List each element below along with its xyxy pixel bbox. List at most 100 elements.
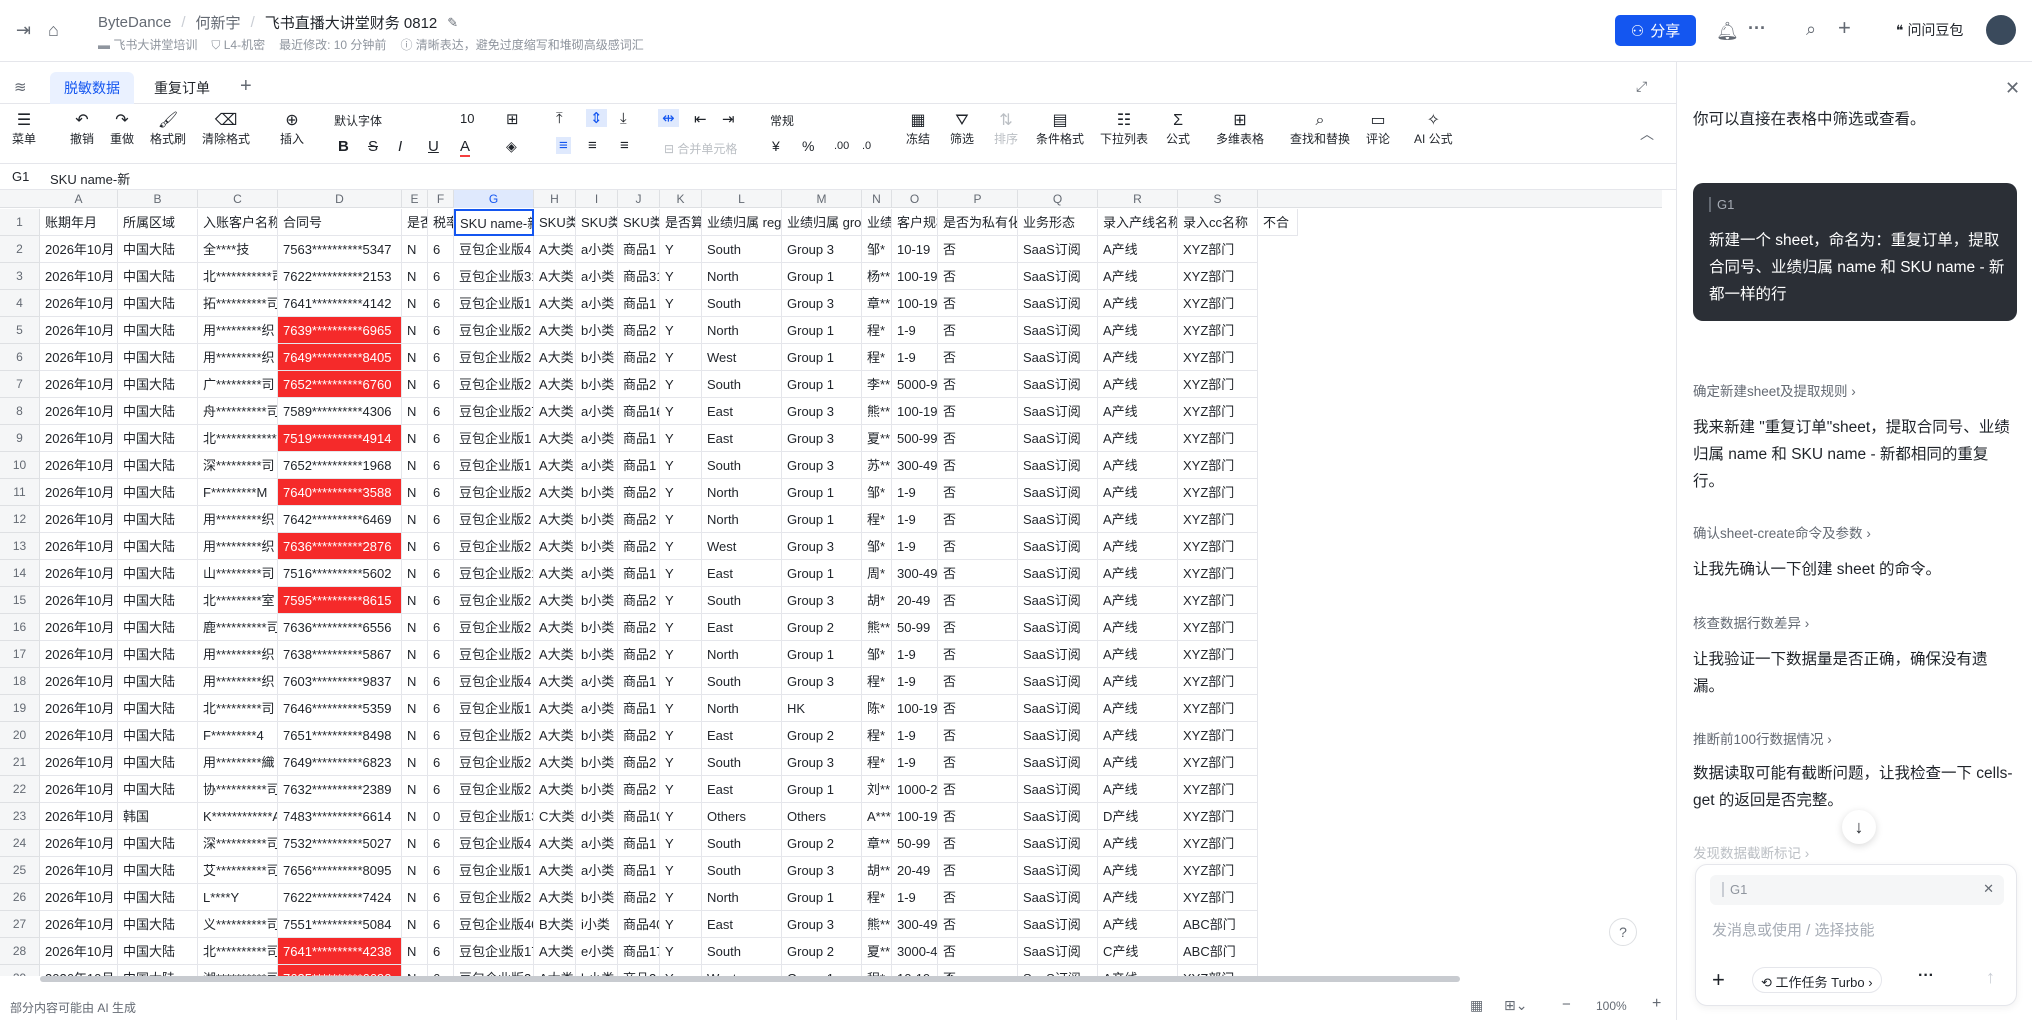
table-cell[interactable]: Y xyxy=(660,722,702,749)
horizontal-scrollbar[interactable] xyxy=(40,976,1460,982)
table-cell[interactable]: A大类 xyxy=(534,830,576,857)
table-cell[interactable]: 程* xyxy=(862,317,892,344)
table-cell[interactable]: 6 xyxy=(428,965,454,976)
multi-dim-table-button[interactable]: ⊞ 多维表格 xyxy=(1216,110,1264,146)
table-cell[interactable]: 豆包企业版2 xyxy=(454,749,534,776)
table-cell[interactable]: N xyxy=(402,641,428,668)
column-header-N[interactable]: N xyxy=(862,190,892,208)
row-header[interactable]: 23 xyxy=(0,803,40,830)
table-cell[interactable]: 豆包企业版2 xyxy=(454,587,534,614)
more-icon[interactable]: ··· xyxy=(1748,18,1766,38)
table-cell[interactable]: b小类 xyxy=(576,749,618,776)
table-cell[interactable]: Y xyxy=(660,614,702,641)
table-cell[interactable]: A大类 xyxy=(534,533,576,560)
table-cell[interactable]: N xyxy=(402,830,428,857)
table-cell[interactable]: Group 3 xyxy=(782,749,862,776)
table-cell[interactable]: b小类 xyxy=(576,371,618,398)
table-cell[interactable]: West xyxy=(702,533,782,560)
decimal-increase-icon[interactable]: .0 xyxy=(862,140,871,152)
column-header-G[interactable]: G xyxy=(454,190,534,208)
column-title[interactable]: SKU类型 xyxy=(618,209,660,236)
table-cell[interactable]: 中国大陆 xyxy=(118,614,198,641)
table-cell[interactable]: 6 xyxy=(428,290,454,317)
table-cell[interactable]: 否 xyxy=(938,587,1018,614)
table-cell[interactable]: 胡* xyxy=(862,587,892,614)
row-header[interactable]: 10 xyxy=(0,452,40,479)
table-cell[interactable]: N xyxy=(402,479,428,506)
row-header[interactable]: 28 xyxy=(0,938,40,965)
table-cell[interactable]: Group 3 xyxy=(782,668,862,695)
table-cell[interactable]: XYZ部门 xyxy=(1178,641,1258,668)
table-cell[interactable]: A大类 xyxy=(534,344,576,371)
table-cell[interactable]: 豆包企业版2 xyxy=(454,965,534,976)
table-cell[interactable]: 韩国 xyxy=(118,803,198,830)
table-cell[interactable]: A大类 xyxy=(534,479,576,506)
table-cell[interactable]: Group 3 xyxy=(782,425,862,452)
table-cell[interactable]: 否 xyxy=(938,803,1018,830)
row-header[interactable]: 2 xyxy=(0,236,40,263)
table-cell[interactable]: 100-199 xyxy=(892,290,938,317)
column-header-O[interactable]: O xyxy=(892,190,938,208)
table-cell[interactable]: 7641**********4238 xyxy=(278,938,402,965)
row-header[interactable]: 15 xyxy=(0,587,40,614)
currency-icon[interactable]: ¥ xyxy=(772,138,780,154)
column-header-S[interactable]: S xyxy=(1178,190,1258,208)
table-cell[interactable]: 商品1 xyxy=(618,425,660,452)
font-size-select[interactable]: 10 xyxy=(460,111,474,126)
table-cell[interactable]: 程* xyxy=(862,668,892,695)
table-cell[interactable]: 7651**********8498 xyxy=(278,722,402,749)
table-cell[interactable]: 陈* xyxy=(862,695,892,722)
table-cell[interactable]: XYZ部门 xyxy=(1178,398,1258,425)
table-cell[interactable]: 7551**********5084 xyxy=(278,911,402,938)
column-title[interactable]: 入账客户名称 xyxy=(198,209,278,236)
table-cell[interactable]: XYZ部门 xyxy=(1178,533,1258,560)
table-cell[interactable]: 商品10 xyxy=(618,803,660,830)
table-cell[interactable]: 中国大陆 xyxy=(118,722,198,749)
ai-formula-button[interactable]: ✧ AI 公式 xyxy=(1414,110,1453,146)
table-cell[interactable]: Group 1 xyxy=(782,641,862,668)
table-cell[interactable]: South xyxy=(702,857,782,884)
align-left-icon[interactable]: ≡ xyxy=(556,137,571,154)
table-cell[interactable]: A产线 xyxy=(1098,830,1178,857)
clip-icon[interactable]: ⇥ xyxy=(722,110,735,128)
table-cell[interactable]: 商品16 xyxy=(618,398,660,425)
table-cell[interactable]: Y xyxy=(660,830,702,857)
freeze-button[interactable]: ▦ 冻结 xyxy=(906,110,930,146)
table-cell[interactable]: Y xyxy=(660,749,702,776)
align-middle-icon[interactable]: ⇕ xyxy=(586,109,607,127)
table-cell[interactable]: 用*********织 xyxy=(198,317,278,344)
table-cell[interactable]: Group 3 xyxy=(782,290,862,317)
table-cell[interactable]: N xyxy=(402,749,428,776)
table-cell[interactable]: Y xyxy=(660,668,702,695)
bold-icon[interactable]: B xyxy=(338,138,349,155)
table-cell[interactable]: 湖**********司 xyxy=(198,965,278,976)
table-cell[interactable]: 6 xyxy=(428,830,454,857)
align-center-icon[interactable]: ≡ xyxy=(588,137,597,154)
table-cell[interactable]: 协**********司 xyxy=(198,776,278,803)
table-cell[interactable]: 否 xyxy=(938,614,1018,641)
table-cell[interactable]: Group 3 xyxy=(782,857,862,884)
table-cell[interactable]: N xyxy=(402,938,428,965)
table-cell[interactable]: 6 xyxy=(428,857,454,884)
table-cell[interactable]: A大类 xyxy=(534,614,576,641)
table-cell[interactable]: N xyxy=(402,776,428,803)
table-cell[interactable]: 中国大陆 xyxy=(118,425,198,452)
table-cell[interactable]: b小类 xyxy=(576,776,618,803)
layers-icon[interactable]: ≋ xyxy=(14,78,27,98)
table-cell[interactable]: 豆包企业版2 xyxy=(454,722,534,749)
table-cell[interactable]: East xyxy=(702,398,782,425)
table-cell[interactable]: 6 xyxy=(428,398,454,425)
row-header[interactable]: 25 xyxy=(0,857,40,884)
table-cell[interactable]: N xyxy=(402,425,428,452)
table-cell[interactable]: XYZ部门 xyxy=(1178,506,1258,533)
table-cell[interactable]: 中国大陆 xyxy=(118,344,198,371)
align-top-icon[interactable]: ⤒ xyxy=(556,110,563,127)
table-cell[interactable]: 1-9 xyxy=(892,749,938,776)
table-cell[interactable]: A产线 xyxy=(1098,506,1178,533)
remove-reference-icon[interactable]: ✕ xyxy=(1983,881,1994,897)
table-cell[interactable]: 0 xyxy=(428,803,454,830)
expand-icon[interactable]: ⤢ xyxy=(1636,76,1647,96)
table-cell[interactable]: 50-99 xyxy=(892,830,938,857)
pin-icon[interactable]: ✎ xyxy=(447,15,458,31)
format-painter-button[interactable]: 🖌︎ 格式刷 xyxy=(150,110,186,146)
